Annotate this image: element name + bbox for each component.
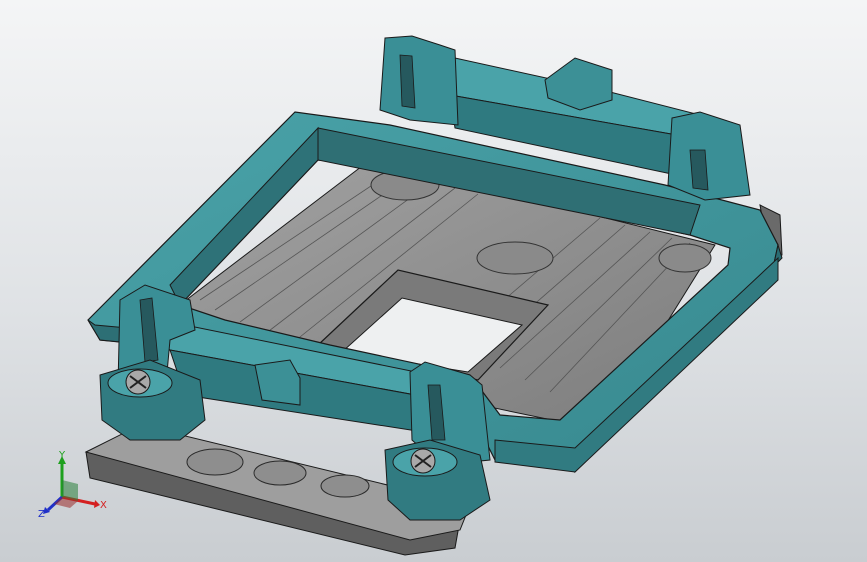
back-latch-right-slot [689, 149, 709, 191]
back-latch-left [379, 35, 459, 126]
3d-viewport[interactable]: X Y Z [0, 0, 867, 562]
base-recess-2 [253, 460, 307, 486]
triad-x-label: X [100, 500, 107, 511]
base-recess-3 [320, 474, 370, 498]
back-latch-right [667, 111, 751, 201]
triad-z-label: Z [38, 509, 45, 520]
back-latch-left-slot [399, 54, 416, 109]
front-arm-center-bump [254, 359, 301, 406]
cpu-socket-retention-bracket-model[interactable]: X Y Z [0, 0, 867, 562]
base-recess-1 [186, 448, 244, 476]
plate-recess-right [658, 243, 712, 273]
triad-y-label: Y [58, 450, 66, 461]
plate-recess-center [476, 241, 554, 275]
